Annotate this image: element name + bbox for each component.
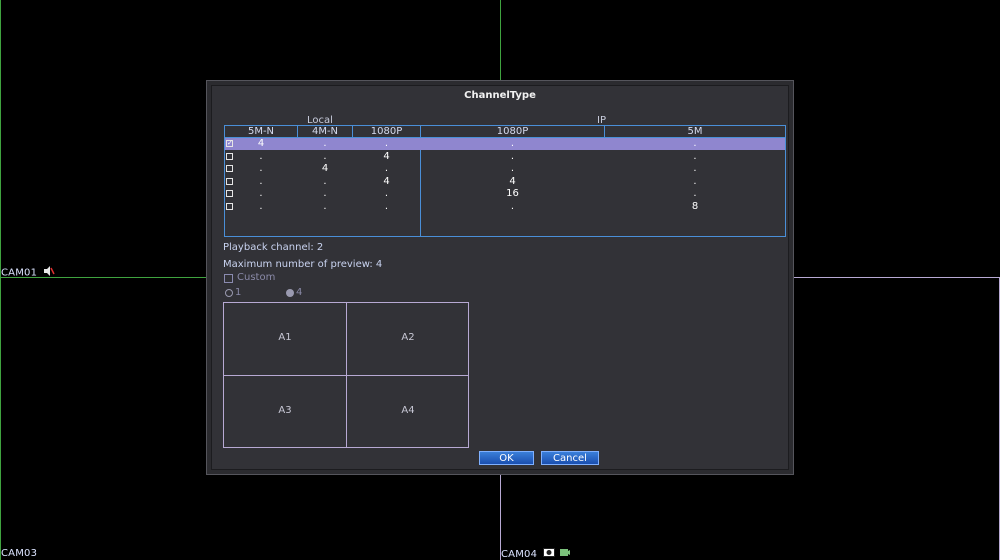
- table-cell: 8: [691, 200, 699, 212]
- table-cell: .: [259, 163, 263, 174]
- cancel-button[interactable]: Cancel: [541, 451, 599, 465]
- table-cell: 4: [257, 138, 265, 149]
- table-cell: .: [259, 175, 263, 187]
- table-cell: .: [259, 188, 263, 199]
- table-row[interactable]: ✓ 4....: [225, 138, 785, 150]
- cam03-label[interactable]: CAM03: [1, 548, 37, 559]
- table-row[interactable]: .. 4..: [225, 151, 785, 163]
- grid-line-horizontal-right: [794, 277, 1000, 278]
- table-cell: 4: [509, 175, 516, 187]
- column-divider: [604, 126, 605, 138]
- cam01-name: CAM01: [1, 267, 38, 279]
- custom-checkbox[interactable]: [224, 274, 233, 283]
- column-header: 5M-N: [225, 126, 297, 138]
- preview-divider: [224, 375, 468, 376]
- preview-layout-grid: A1 A2 A3 A4: [223, 302, 469, 448]
- table-cell: .: [693, 175, 697, 187]
- table-cell: 4: [383, 150, 390, 162]
- playback-channel-text: Playback channel: 2: [223, 242, 324, 253]
- camera-icon: [542, 548, 555, 560]
- table-cell: .: [693, 188, 697, 199]
- table-cell: 4: [383, 175, 390, 187]
- ok-button[interactable]: OK: [479, 451, 534, 465]
- table-row[interactable]: .... 8: [225, 201, 785, 213]
- max-preview-text: Maximum number of preview: 4: [223, 259, 383, 270]
- table-cell: .: [384, 163, 389, 174]
- table-cell: .: [693, 138, 697, 149]
- radio-option-1[interactable]: [225, 289, 233, 297]
- cam04-name: CAM04: [501, 549, 538, 560]
- table-cell: .: [323, 138, 327, 149]
- table-cell: .: [259, 200, 263, 212]
- table-cell: .: [323, 200, 327, 212]
- table-cell: .: [384, 200, 389, 212]
- table-cell: 4: [321, 163, 329, 174]
- table-cell: .: [510, 200, 515, 212]
- column-header: 4M-N: [298, 126, 352, 138]
- cam04-label[interactable]: CAM04: [501, 548, 570, 560]
- channel-type-dialog: ChannelType Local IP 5M-N 4M-N 1080P 108…: [206, 80, 794, 475]
- table-cell: .: [693, 150, 697, 162]
- speaker-muted-icon: [43, 266, 55, 279]
- cam03-name: CAM03: [1, 548, 38, 559]
- table-cell: .: [510, 150, 515, 162]
- cam01-label[interactable]: CAM01: [1, 266, 55, 279]
- grid-line-vertical-left: [0, 0, 1, 560]
- table-row[interactable]: . 4...: [225, 163, 785, 175]
- radio-option-1-label: 1: [235, 287, 242, 298]
- grid-line-vertical-top: [500, 0, 501, 80]
- table-cell: .: [323, 150, 327, 162]
- table-cell: .: [259, 150, 263, 162]
- table-cell: .: [510, 138, 515, 149]
- preview-cell-a3[interactable]: A3: [224, 405, 346, 416]
- table-cell: .: [384, 188, 389, 199]
- preview-cell-a4[interactable]: A4: [347, 405, 469, 416]
- table-cell: 16: [506, 188, 519, 199]
- record-icon: [559, 548, 570, 560]
- column-header: 5M: [605, 126, 785, 138]
- radio-option-4-label: 4: [296, 287, 303, 298]
- column-header: 1080P: [421, 126, 604, 138]
- column-divider: [297, 126, 298, 138]
- table-cell: .: [693, 163, 697, 174]
- table-cell: .: [384, 138, 389, 149]
- preview-cell-a2[interactable]: A2: [347, 332, 469, 343]
- table-cell: .: [323, 175, 327, 187]
- channel-type-table: 5M-N 4M-N 1080P 1080P 5M ✓ 4...... 4... 4..…: [224, 125, 786, 237]
- dialog-body: ChannelType Local IP 5M-N 4M-N 1080P 108…: [211, 85, 789, 470]
- dialog-title: ChannelType: [464, 90, 536, 101]
- table-cell: .: [510, 163, 515, 174]
- radio-option-4[interactable]: [286, 289, 294, 297]
- table-cell: .: [323, 188, 327, 199]
- preview-cell-a1[interactable]: A1: [224, 332, 346, 343]
- column-header: 1080P: [353, 126, 420, 138]
- column-divider: [352, 126, 353, 138]
- custom-label: Custom: [237, 272, 276, 283]
- table-row[interactable]: .. 4 4.: [225, 176, 785, 188]
- table-row[interactable]: ... 16.: [225, 188, 785, 200]
